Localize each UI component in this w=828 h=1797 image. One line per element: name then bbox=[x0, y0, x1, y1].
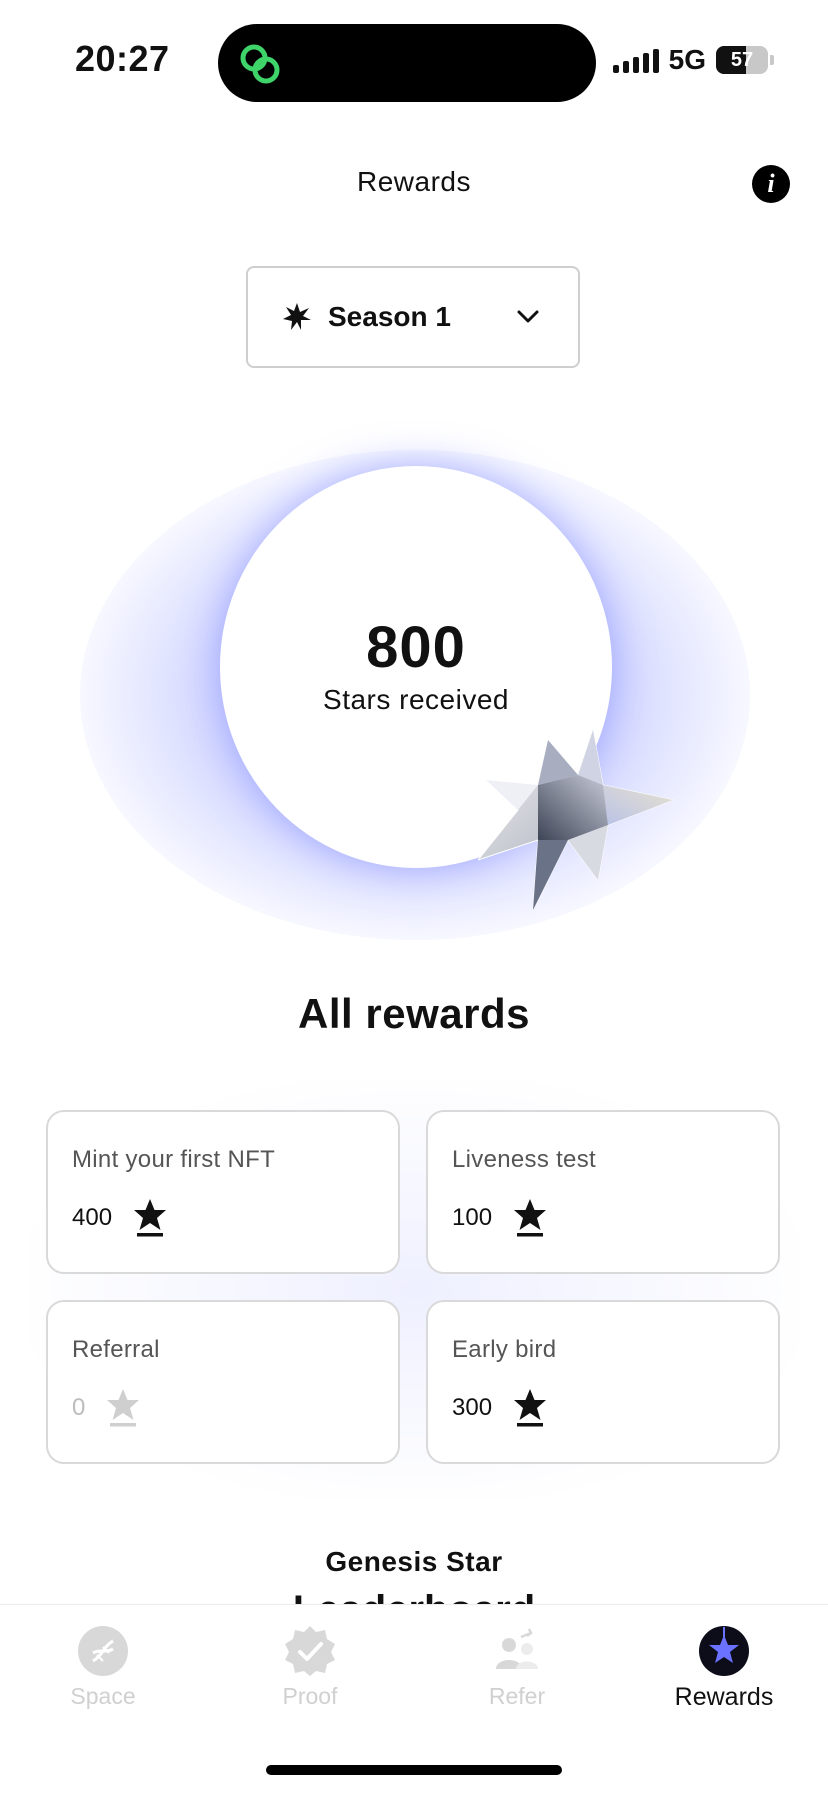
home-indicator bbox=[266, 1765, 562, 1775]
info-icon: i bbox=[767, 169, 775, 198]
info-button[interactable]: i bbox=[752, 165, 790, 203]
check-badge-icon bbox=[285, 1626, 335, 1676]
reward-card-liveness[interactable]: Liveness test 100 bbox=[426, 1110, 780, 1274]
reward-card-title: Liveness test bbox=[452, 1146, 596, 1173]
reward-card-early-bird[interactable]: Early bird 300 bbox=[426, 1300, 780, 1464]
reward-card-value: 300 bbox=[452, 1394, 493, 1421]
crystal-star-icon bbox=[478, 730, 675, 911]
tab-label: Proof bbox=[282, 1683, 338, 1709]
reward-card-value: 100 bbox=[452, 1204, 493, 1231]
chevron-down-icon bbox=[517, 310, 539, 323]
tab-label: Refer bbox=[488, 1683, 546, 1709]
reward-card-value: 400 bbox=[72, 1204, 113, 1231]
star-icon bbox=[107, 1389, 140, 1427]
stars-label: Stars received bbox=[323, 684, 509, 715]
reward-card-referral[interactable]: Referral 0 bbox=[46, 1300, 400, 1464]
season-label: Season 1 bbox=[328, 301, 451, 332]
dna-icon bbox=[78, 1626, 128, 1676]
star-icon bbox=[514, 1199, 547, 1237]
signal-icon bbox=[612, 47, 659, 73]
page-title: Rewards bbox=[357, 166, 471, 197]
star-icon bbox=[134, 1199, 167, 1237]
all-rewards-title: All rewards bbox=[298, 990, 530, 1037]
battery-cap bbox=[770, 55, 774, 65]
reward-card-title: Mint your first NFT bbox=[72, 1146, 276, 1173]
season-dropdown[interactable]: Season 1 bbox=[246, 266, 580, 368]
tab-proof[interactable]: Proof bbox=[207, 1625, 413, 1710]
star-burst-icon bbox=[283, 303, 311, 330]
tab-label: Rewards bbox=[674, 1683, 774, 1711]
dynamic-island bbox=[218, 24, 596, 102]
network-label: 5G bbox=[668, 44, 706, 75]
tab-space[interactable]: Space bbox=[0, 1625, 206, 1710]
reward-card-title: Early bird bbox=[452, 1336, 557, 1363]
status-time: 20:27 bbox=[75, 38, 170, 79]
people-share-icon bbox=[496, 1628, 538, 1669]
tab-refer[interactable]: Refer bbox=[414, 1625, 620, 1710]
status-right: 5G 57 bbox=[612, 44, 774, 76]
reward-card-value: 0 bbox=[72, 1394, 86, 1421]
star-rewards-icon bbox=[699, 1626, 749, 1676]
link-rings-icon bbox=[240, 44, 280, 84]
leaderboard-subtitle: Genesis Star bbox=[325, 1546, 503, 1577]
tab-bar: Space Proof Refer Rewards bbox=[0, 1604, 828, 1797]
tab-rewards[interactable]: Rewards bbox=[621, 1625, 827, 1712]
star-icon bbox=[514, 1389, 547, 1427]
battery-percent: 57 bbox=[730, 48, 754, 71]
battery-icon: 57 bbox=[716, 46, 768, 74]
tab-label: Space bbox=[70, 1683, 136, 1709]
reward-card-mint-nft[interactable]: Mint your first NFT 400 bbox=[46, 1110, 400, 1274]
reward-card-title: Referral bbox=[72, 1336, 160, 1363]
stars-value: 800 bbox=[366, 615, 466, 680]
